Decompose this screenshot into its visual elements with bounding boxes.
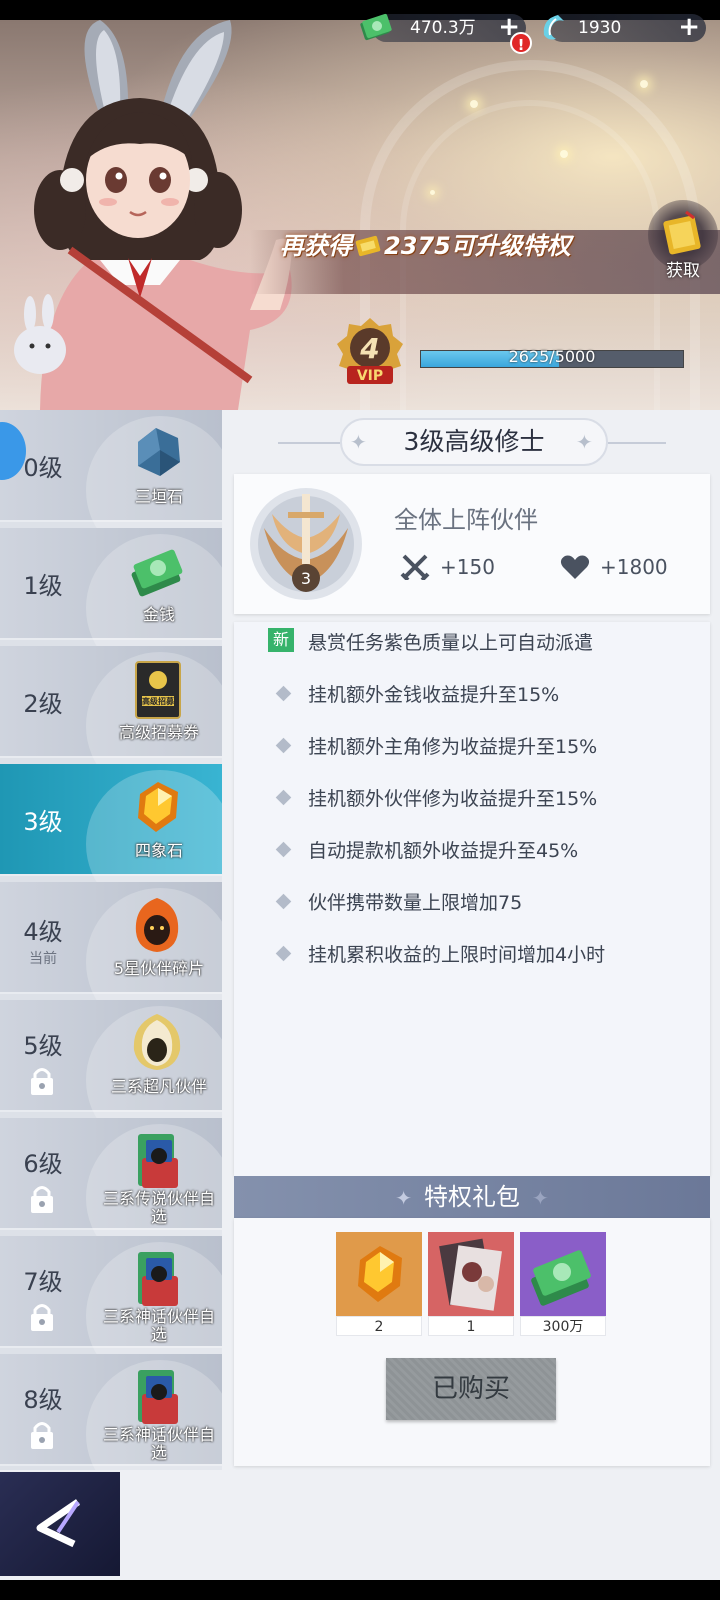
- jade-balance: 1930 +: [543, 14, 706, 42]
- svg-text:高级招募: 高级招募: [142, 696, 175, 706]
- vip-progress-text: 2625/5000: [508, 347, 596, 366]
- new-badge: 新: [268, 628, 294, 652]
- add-jade-button[interactable]: +: [678, 14, 700, 40]
- attack-bonus: +150: [400, 554, 495, 580]
- svg-text:4: 4: [359, 332, 379, 365]
- level-item-4[interactable]: 4级 当前 5星伙伴碎片: [0, 882, 222, 1036]
- perk-list: 新 悬赏任务紫色质量以上可自动派遣 挂机额外金钱收益提升至15% 挂机额外主角修…: [234, 622, 710, 1176]
- jade-crescent-icon: [543, 15, 564, 40]
- list-item: 挂机额外金钱收益提升至15%: [234, 678, 710, 708]
- level-item-1[interactable]: 1级 金钱: [0, 528, 222, 682]
- current-level-tag: 当前: [29, 951, 57, 967]
- lock-icon: [31, 1422, 53, 1449]
- character-illustration: [14, 20, 292, 410]
- sparkle-icon: ✦: [532, 1186, 549, 1210]
- gift-item[interactable]: 1: [428, 1232, 514, 1336]
- lock-icon: [31, 1068, 53, 1095]
- bullet-icon: [275, 893, 292, 910]
- list-item: 新 悬赏任务紫色质量以上可自动派遣: [234, 626, 710, 656]
- bullet-icon: [275, 685, 292, 702]
- bullet-icon: [275, 737, 292, 754]
- level-item-8[interactable]: 8级 三系神话伙伴自选: [0, 1354, 222, 1470]
- senior-recruit-ticket-icon: 高级招募: [135, 661, 181, 719]
- crossed-swords-icon: [400, 554, 430, 580]
- list-item: 挂机额外主角修为收益提升至15%: [234, 730, 710, 760]
- bullet-icon: [275, 841, 292, 858]
- back-arrow-icon: [36, 1499, 80, 1548]
- sparkle-icon: ✦: [395, 1186, 412, 1210]
- gift-item[interactable]: 300万: [520, 1232, 606, 1336]
- purchased-button[interactable]: 已购买: [386, 1358, 556, 1420]
- level-title: 3级高级修士: [340, 418, 608, 466]
- level-item-0[interactable]: 0级 三垣石: [0, 410, 222, 564]
- list-item: 挂机额外伙伴修为收益提升至15%: [234, 782, 710, 812]
- three-star-stone-icon: [138, 428, 180, 476]
- bullet-icon: [275, 789, 292, 806]
- level-bonus-card: 3 全体上阵伙伴 +150 +1800: [234, 474, 710, 614]
- sparkle: [560, 150, 568, 158]
- lock-icon: [31, 1186, 53, 1213]
- money-alert-badge: !: [510, 32, 532, 54]
- level-item-5[interactable]: 5级 三系超凡伙伴: [0, 1000, 222, 1154]
- money-stack-icon: [131, 549, 183, 597]
- level-item-6[interactable]: 6级 三系传说伙伴自选: [0, 1118, 222, 1272]
- level-item-2[interactable]: 2级 高级招募 高级招募券: [0, 646, 222, 800]
- list-item: 自动提款机额外收益提升至45%: [234, 834, 710, 864]
- golden-helmet-partner-icon: [133, 1014, 181, 1070]
- vip-progress-bar: 2625/5000: [420, 347, 684, 368]
- privilege-gift-header: ✦ 特权礼包 ✦: [234, 1176, 710, 1218]
- four-symbol-stone-icon: [336, 1232, 422, 1316]
- sparkle: [470, 100, 478, 108]
- hooded-partner-shard-icon: [135, 898, 179, 952]
- privilege-prompt: 再获得 2375可升级特权: [280, 232, 571, 260]
- list-item: 挂机累积收益的上限时间增加4小时: [234, 938, 710, 968]
- sword-emblem-icon: 3: [250, 488, 362, 600]
- list-item: 伙伴携带数量上限增加75: [234, 886, 710, 916]
- hp-bonus: +1800: [560, 554, 668, 580]
- level-item-3[interactable]: 3级 四象石: [0, 764, 222, 918]
- title-divider: [278, 442, 340, 444]
- money-balance: 470.3万 +: [360, 13, 526, 42]
- money-icon: [360, 13, 392, 41]
- lock-icon: [31, 1304, 53, 1331]
- gift-item[interactable]: 2: [336, 1232, 422, 1336]
- title-divider: [608, 442, 666, 444]
- heart-icon: [560, 555, 590, 579]
- bonus-target: 全体上阵伙伴: [394, 506, 538, 534]
- sparkle: [640, 80, 648, 88]
- sparkle-icon: ✦: [350, 430, 367, 454]
- level-item-7[interactable]: 7级 三系神话伙伴自选: [0, 1236, 222, 1390]
- bullet-icon: [275, 945, 292, 962]
- money-stack-icon: [520, 1232, 606, 1316]
- vip-ticket-icon: [355, 235, 381, 257]
- svg-text:3: 3: [301, 569, 311, 588]
- vip-ticket-icon: [663, 210, 701, 255]
- vip-level-list[interactable]: 0级 三垣石 1级 金钱 2级 高级招募 高级招募券 3级 四象石 4级 当前 …: [0, 410, 222, 1470]
- card-pack-icon: [428, 1232, 514, 1316]
- vip-level-badge: 4 VIP: [337, 318, 403, 384]
- sparkle: [430, 190, 435, 195]
- back-button[interactable]: [0, 1472, 120, 1576]
- partner-card-selection-icon: [138, 1370, 178, 1424]
- get-privilege-button[interactable]: 获取: [648, 200, 718, 281]
- vip-privilege-panel: 0级 三垣石 1级 金钱 2级 高级招募 高级招募券 3级 四象石 4级 当前 …: [0, 410, 720, 1580]
- four-symbol-stone-icon: [138, 782, 178, 832]
- privilege-gift-pack: 2 1 300万 已购买: [234, 1218, 710, 1466]
- svg-text:VIP: VIP: [357, 368, 383, 384]
- sparkle-icon: ✦: [576, 430, 593, 454]
- partner-card-selection-icon: [138, 1252, 178, 1306]
- partner-card-selection-icon: [138, 1134, 178, 1188]
- navigation-bar: [0, 1580, 720, 1600]
